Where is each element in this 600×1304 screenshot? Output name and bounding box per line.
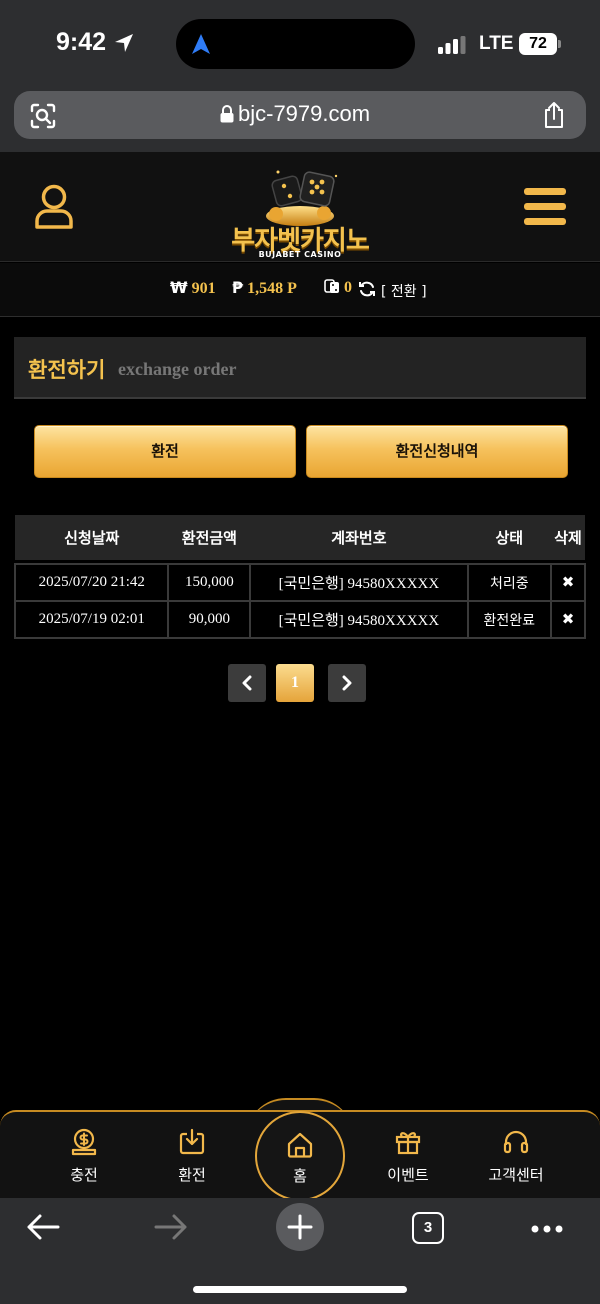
exchange-button[interactable]: 환전 (34, 425, 296, 478)
page-title: 환전하기 (28, 358, 106, 382)
network-type: LTE (479, 33, 514, 54)
cell-amount: 90,000 (167, 600, 252, 639)
exchange-history-button[interactable]: 환전신청내역 (306, 425, 568, 478)
table-header-row: 신청날짜 환전금액 계좌번호 상태 삭제 (15, 515, 585, 560)
delete-icon[interactable]: ✖ (562, 573, 575, 591)
back-arrow-icon[interactable] (26, 1213, 60, 1241)
prev-page-button[interactable] (228, 664, 266, 702)
gift-icon (395, 1132, 421, 1155)
nav-item-support[interactable]: 고객센터 (476, 1128, 556, 1185)
headset-icon (503, 1130, 529, 1154)
signal-bars-icon (438, 36, 466, 54)
nav-label: 충전 (70, 1166, 98, 1184)
browser-toolbar: 3 (0, 1198, 600, 1304)
refresh-icon[interactable] (358, 280, 376, 298)
lock-icon (220, 105, 234, 123)
status-bar: 9:42 LTE 72 (0, 0, 600, 86)
col-date-header: 신청날짜 (15, 515, 169, 560)
navigation-arrow-icon (192, 34, 210, 54)
plus-icon (287, 1214, 313, 1240)
cell-status: 처리중 (466, 563, 553, 602)
point-balance: ₱ 1,548 P (232, 278, 297, 298)
battery-level: 72 (519, 33, 557, 55)
table-row: 2025/07/19 02:01 90,000 [국민은행] 94580XXXX… (13, 600, 586, 639)
chip-icon (324, 279, 339, 293)
download-tray-icon (179, 1128, 205, 1155)
tabs-button[interactable]: 3 (412, 1212, 444, 1244)
balance-bar: ₩ 901 ₱ 1,548 P 0 [ 전환 ] (0, 263, 600, 317)
cell-date: 2025/07/20 21:42 (13, 563, 170, 602)
nav-label: 고객센터 (488, 1166, 544, 1184)
delete-icon[interactable]: ✖ (562, 610, 575, 628)
chip-balance: 0 (324, 278, 352, 297)
battery-tip (558, 40, 561, 48)
cell-date: 2025/07/19 02:01 (13, 600, 170, 639)
browser-address-area: bjc-7979.com (0, 86, 600, 152)
cell-account: [국민은행] 94580XXXXX (249, 600, 469, 639)
col-account-header: 계좌번호 (250, 515, 468, 560)
cell-delete: ✖ (550, 600, 586, 639)
convert-link[interactable]: [ 전환 ] (381, 281, 427, 301)
table-row: 2025/07/20 21:42 150,000 [국민은행] 94580XXX… (13, 563, 586, 602)
cell-delete: ✖ (550, 563, 586, 602)
site-header: 부자벳카지노 BUJABET CASINO (0, 152, 600, 262)
menu-bar (524, 188, 566, 195)
hamburger-menu-icon[interactable] (524, 188, 566, 226)
nav-label: 이벤트 (387, 1166, 429, 1184)
status-time: 9:42 (56, 28, 107, 56)
won-value: 901 (191, 280, 216, 297)
new-tab-button[interactable] (276, 1203, 324, 1251)
point-value: 1,548 P (247, 280, 297, 297)
nav-item-event[interactable]: 이벤트 (368, 1128, 448, 1185)
exchange-table: 신청날짜 환전금액 계좌번호 상태 삭제 2025/07/20 21:42 15… (13, 515, 586, 639)
col-status-header: 상태 (467, 515, 552, 560)
battery-icon: 72 (519, 33, 561, 55)
dynamic-island (176, 19, 415, 69)
next-page-button[interactable] (328, 664, 366, 702)
home-icon (287, 1132, 313, 1158)
chevron-right-icon (342, 675, 352, 691)
nav-item-deposit[interactable]: 충전 (44, 1128, 124, 1185)
page-menu-icon[interactable] (30, 103, 56, 129)
menu-bar (524, 203, 566, 210)
page-title-bar: 환전하기 exchange order (14, 337, 586, 399)
won-symbol: ₩ (170, 278, 188, 297)
coin-dollar-icon (71, 1128, 97, 1156)
point-symbol: ₱ (232, 278, 244, 297)
won-balance: ₩ 901 (170, 278, 216, 298)
page-number-button[interactable]: 1 (276, 664, 314, 702)
menu-bar (524, 218, 566, 225)
nav-label: 홈 (293, 1167, 307, 1185)
logo-subtitle: BUJABET CASINO (258, 250, 342, 259)
share-icon[interactable] (542, 101, 566, 129)
forward-arrow-icon[interactable] (154, 1213, 188, 1241)
more-dots-icon[interactable] (530, 1224, 564, 1234)
url-text[interactable]: bjc-7979.com (238, 101, 370, 127)
page-title-english: exchange order (118, 359, 237, 379)
cell-amount: 150,000 (167, 563, 252, 602)
chip-value: 0 (344, 279, 352, 296)
col-amount-header: 환전금액 (168, 515, 251, 560)
location-arrow-icon (115, 34, 133, 52)
cell-status: 환전완료 (466, 600, 553, 639)
chevron-left-icon (242, 675, 252, 691)
home-indicator (193, 1286, 407, 1293)
address-bar[interactable]: bjc-7979.com (14, 91, 586, 139)
nav-label: 환전 (178, 1166, 206, 1184)
nav-item-exchange[interactable]: 환전 (152, 1128, 232, 1185)
cell-account: [국민은행] 94580XXXXX (249, 563, 469, 602)
user-account-icon[interactable] (34, 184, 74, 230)
col-delete-header: 삭제 (551, 515, 585, 560)
nav-item-home[interactable]: 홈 (255, 1111, 345, 1201)
site-logo[interactable]: 부자벳카지노 BUJABET CASINO (228, 164, 372, 259)
